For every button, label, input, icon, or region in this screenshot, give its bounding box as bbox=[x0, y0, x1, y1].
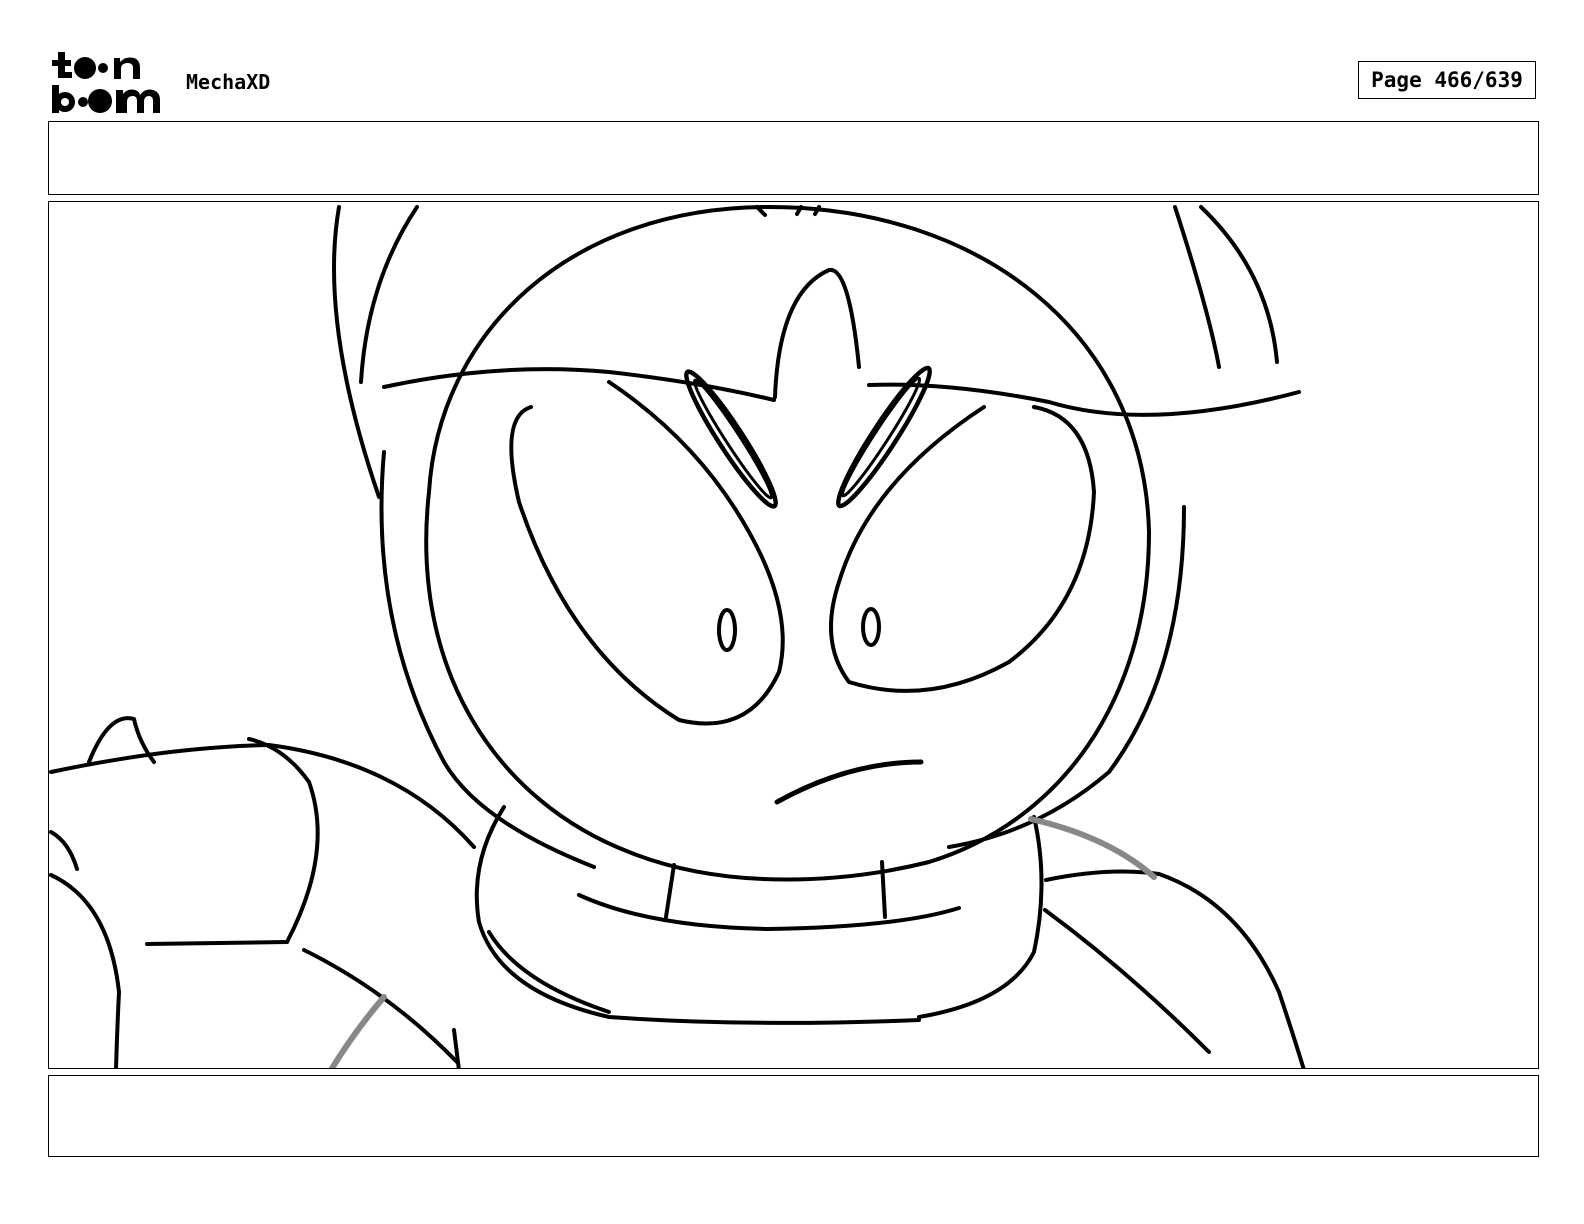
page-number: Page 466/639 bbox=[1358, 61, 1536, 99]
sketch-drawing bbox=[49, 205, 1306, 1068]
storyboard-panel bbox=[48, 201, 1539, 1069]
project-title: MechaXD bbox=[186, 70, 271, 94]
toon-boom-logo bbox=[50, 52, 165, 114]
caption-box-top bbox=[48, 121, 1539, 195]
caption-box-bottom bbox=[48, 1075, 1539, 1157]
